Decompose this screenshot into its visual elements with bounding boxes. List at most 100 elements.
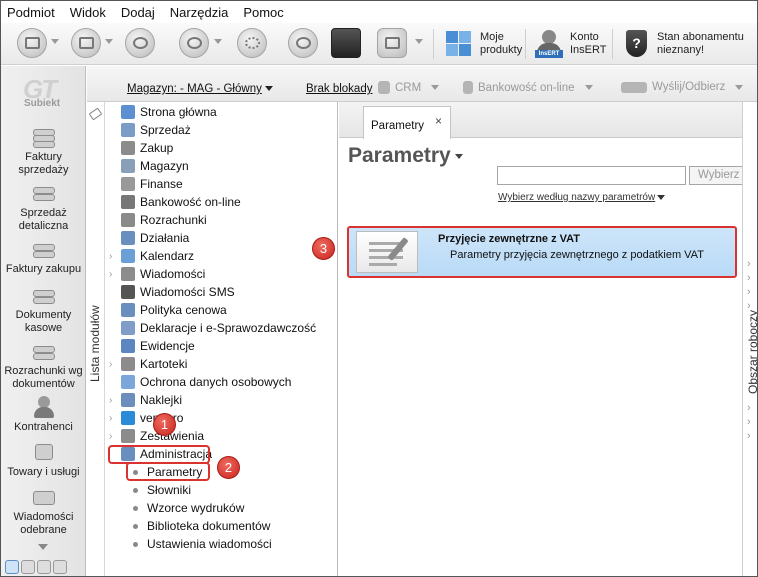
mini-button-icon[interactable] <box>21 560 35 574</box>
globe-icon[interactable] <box>288 28 318 58</box>
module-item[interactable]: › Kalendarz <box>105 247 338 265</box>
module-icon <box>121 195 135 209</box>
moje-produkty-button[interactable]: Moje produkty <box>444 27 522 61</box>
konto-insert-button[interactable]: InsERT Konto InsERT <box>534 27 606 61</box>
cube-icon[interactable] <box>331 28 361 58</box>
module-item[interactable]: Finanse <box>105 175 338 193</box>
module-label: Naklejki <box>140 393 183 407</box>
sidebar-towary-uslugi[interactable]: Towary i usługi <box>1 441 86 479</box>
coins-icon[interactable] <box>125 28 155 58</box>
bankowosc-button[interactable]: Bankowość on-line <box>463 81 593 94</box>
sidebar-label: Kontrahenci <box>14 421 73 433</box>
brak-blokady-link[interactable]: Brak blokady <box>306 83 372 95</box>
close-icon[interactable]: × <box>435 114 442 128</box>
chevron-right-icon[interactable]: › <box>747 272 751 284</box>
menu-podmiot[interactable]: Podmiot <box>7 5 55 20</box>
sidebar-rozrachunki[interactable]: Rozrachunki wg dokumentów <box>1 340 86 391</box>
menu-narzedzia[interactable]: Narzędzia <box>170 5 229 20</box>
help-icon[interactable] <box>179 28 209 58</box>
send-arrow-icon[interactable] <box>17 28 47 58</box>
module-item[interactable]: Sprzedaż <box>105 121 338 139</box>
module-subitem[interactable]: Wzorce wydruków <box>133 499 244 517</box>
bullet-icon <box>133 505 138 511</box>
module-item[interactable]: Magazyn <box>105 157 338 175</box>
module-item[interactable]: Rozrachunki <box>105 211 338 229</box>
sidebar-wiadomosci[interactable]: Wiadomości odebrane <box>1 486 86 537</box>
sidebar-faktury-zakupu[interactable]: Faktury zakupu <box>1 238 86 276</box>
chevron-down-icon[interactable] <box>415 39 423 44</box>
search-input[interactable] <box>497 166 686 185</box>
expand-icon[interactable]: › <box>109 269 117 280</box>
mini-button-icon[interactable] <box>53 560 67 574</box>
stan-abonamentu-button[interactable]: ? Stan abonamentu nieznany! <box>621 27 744 61</box>
sidebar-sprzedaz-detaliczna[interactable]: Sprzedaż detaliczna <box>1 182 86 233</box>
chevron-right-icon[interactable]: › <box>747 430 751 442</box>
menu-dodaj[interactable]: Dodaj <box>121 5 155 20</box>
parameter-card[interactable]: Przyjęcie zewnętrzne z VAT Parametry prz… <box>347 226 737 278</box>
module-item[interactable]: › Wiadomości <box>105 265 338 283</box>
module-item[interactable]: Strona główna <box>105 103 338 121</box>
sidebar-dokumenty-kasowe[interactable]: Dokumenty kasowe <box>1 284 86 335</box>
mini-button-icon[interactable] <box>37 560 51 574</box>
sidebar-label: Rozrachunki wg <box>4 365 83 377</box>
module-item[interactable]: Ewidencje <box>105 337 338 355</box>
expand-icon[interactable]: › <box>109 359 117 370</box>
chevron-down-icon[interactable] <box>214 39 222 44</box>
module-label: Strona główna <box>140 105 217 119</box>
module-item[interactable]: › Zestawienia <box>105 427 338 445</box>
module-item[interactable]: Zakup <box>105 139 338 157</box>
context-bar: Magazyn: - MAG - Główny Brak blokady CRM… <box>87 66 757 102</box>
sidebar-label: Sprzedaż <box>20 207 67 219</box>
module-subitem[interactable]: Biblioteka dokumentów <box>133 517 270 535</box>
menu-pomoc[interactable]: Pomoc <box>243 5 283 20</box>
module-item[interactable]: Ochrona danych osobowych <box>105 373 338 391</box>
module-item[interactable]: Polityka cenowa <box>105 301 338 319</box>
module-item[interactable]: Bankowość on-line <box>105 193 338 211</box>
chevron-down-icon <box>657 195 666 200</box>
crm-button[interactable]: CRM <box>378 81 440 94</box>
bullet-icon <box>133 487 138 493</box>
chevron-down-icon[interactable] <box>105 39 113 44</box>
chevron-right-icon[interactable]: › <box>747 402 751 414</box>
tab-parametry[interactable]: Parametry × <box>363 106 451 139</box>
chevron-down-icon[interactable] <box>51 39 59 44</box>
module-subitem[interactable]: Słowniki <box>133 481 191 499</box>
module-label: Wiadomości SMS <box>140 285 235 299</box>
sidebar-faktury-sprzedazy[interactable]: Faktury sprzedaży <box>1 126 86 177</box>
step-badge-3: 3 <box>312 237 335 260</box>
module-list-strip[interactable]: Lista modułów <box>87 102 105 576</box>
module-item[interactable]: Działania <box>105 229 338 247</box>
wybierz-button[interactable]: Wybierz <box>689 166 742 185</box>
workspace-strip[interactable]: › › › › Obszar roboczy › › › <box>742 102 757 576</box>
module-item[interactable]: › Naklejki <box>105 391 338 409</box>
page-title[interactable]: Parametry <box>348 144 463 168</box>
loading-icon[interactable] <box>237 28 267 58</box>
sidebar-kontrahenci[interactable]: Kontrahenci <box>1 396 86 434</box>
menu-widok[interactable]: Widok <box>70 5 106 20</box>
filter-dropdown[interactable]: Wybierz według nazwy parametrów <box>498 192 666 203</box>
module-item[interactable]: Wiadomości SMS <box>105 283 338 301</box>
server-cloud-icon[interactable] <box>377 28 407 58</box>
chevron-right-icon[interactable]: › <box>747 258 751 270</box>
module-item[interactable]: ›vendero <box>105 409 338 427</box>
invoices-icon <box>30 126 58 148</box>
expand-icon[interactable]: › <box>109 395 117 406</box>
expand-icon[interactable]: › <box>109 431 117 442</box>
konto-line1: Konto <box>570 31 599 43</box>
module-subitem[interactable]: Ustawienia wiadomości <box>133 535 272 553</box>
expand-icon[interactable]: › <box>109 251 117 262</box>
scroll-down-icon[interactable] <box>38 544 48 550</box>
module-subitem-label: Ustawienia wiadomości <box>147 537 272 551</box>
module-item[interactable]: › Kartoteki <box>105 355 338 373</box>
module-item[interactable]: Deklaracje i e-Sprawozdawczość <box>105 319 338 337</box>
expand-icon[interactable]: › <box>109 413 117 424</box>
chevron-right-icon[interactable]: › <box>747 416 751 428</box>
sidebar-label: kasowe <box>24 322 63 334</box>
pin-icon[interactable] <box>88 107 103 121</box>
wyslij-odbierz-button[interactable]: Wyślij/Odbierz <box>621 81 744 93</box>
receive-arrow-icon[interactable] <box>71 28 101 58</box>
magazyn-selector[interactable]: Magazyn: - MAG - Główny <box>127 83 273 95</box>
chevron-right-icon[interactable]: › <box>747 286 751 298</box>
mini-button-icon[interactable] <box>5 560 19 574</box>
sidebar-label: sprzedaży <box>18 164 69 176</box>
